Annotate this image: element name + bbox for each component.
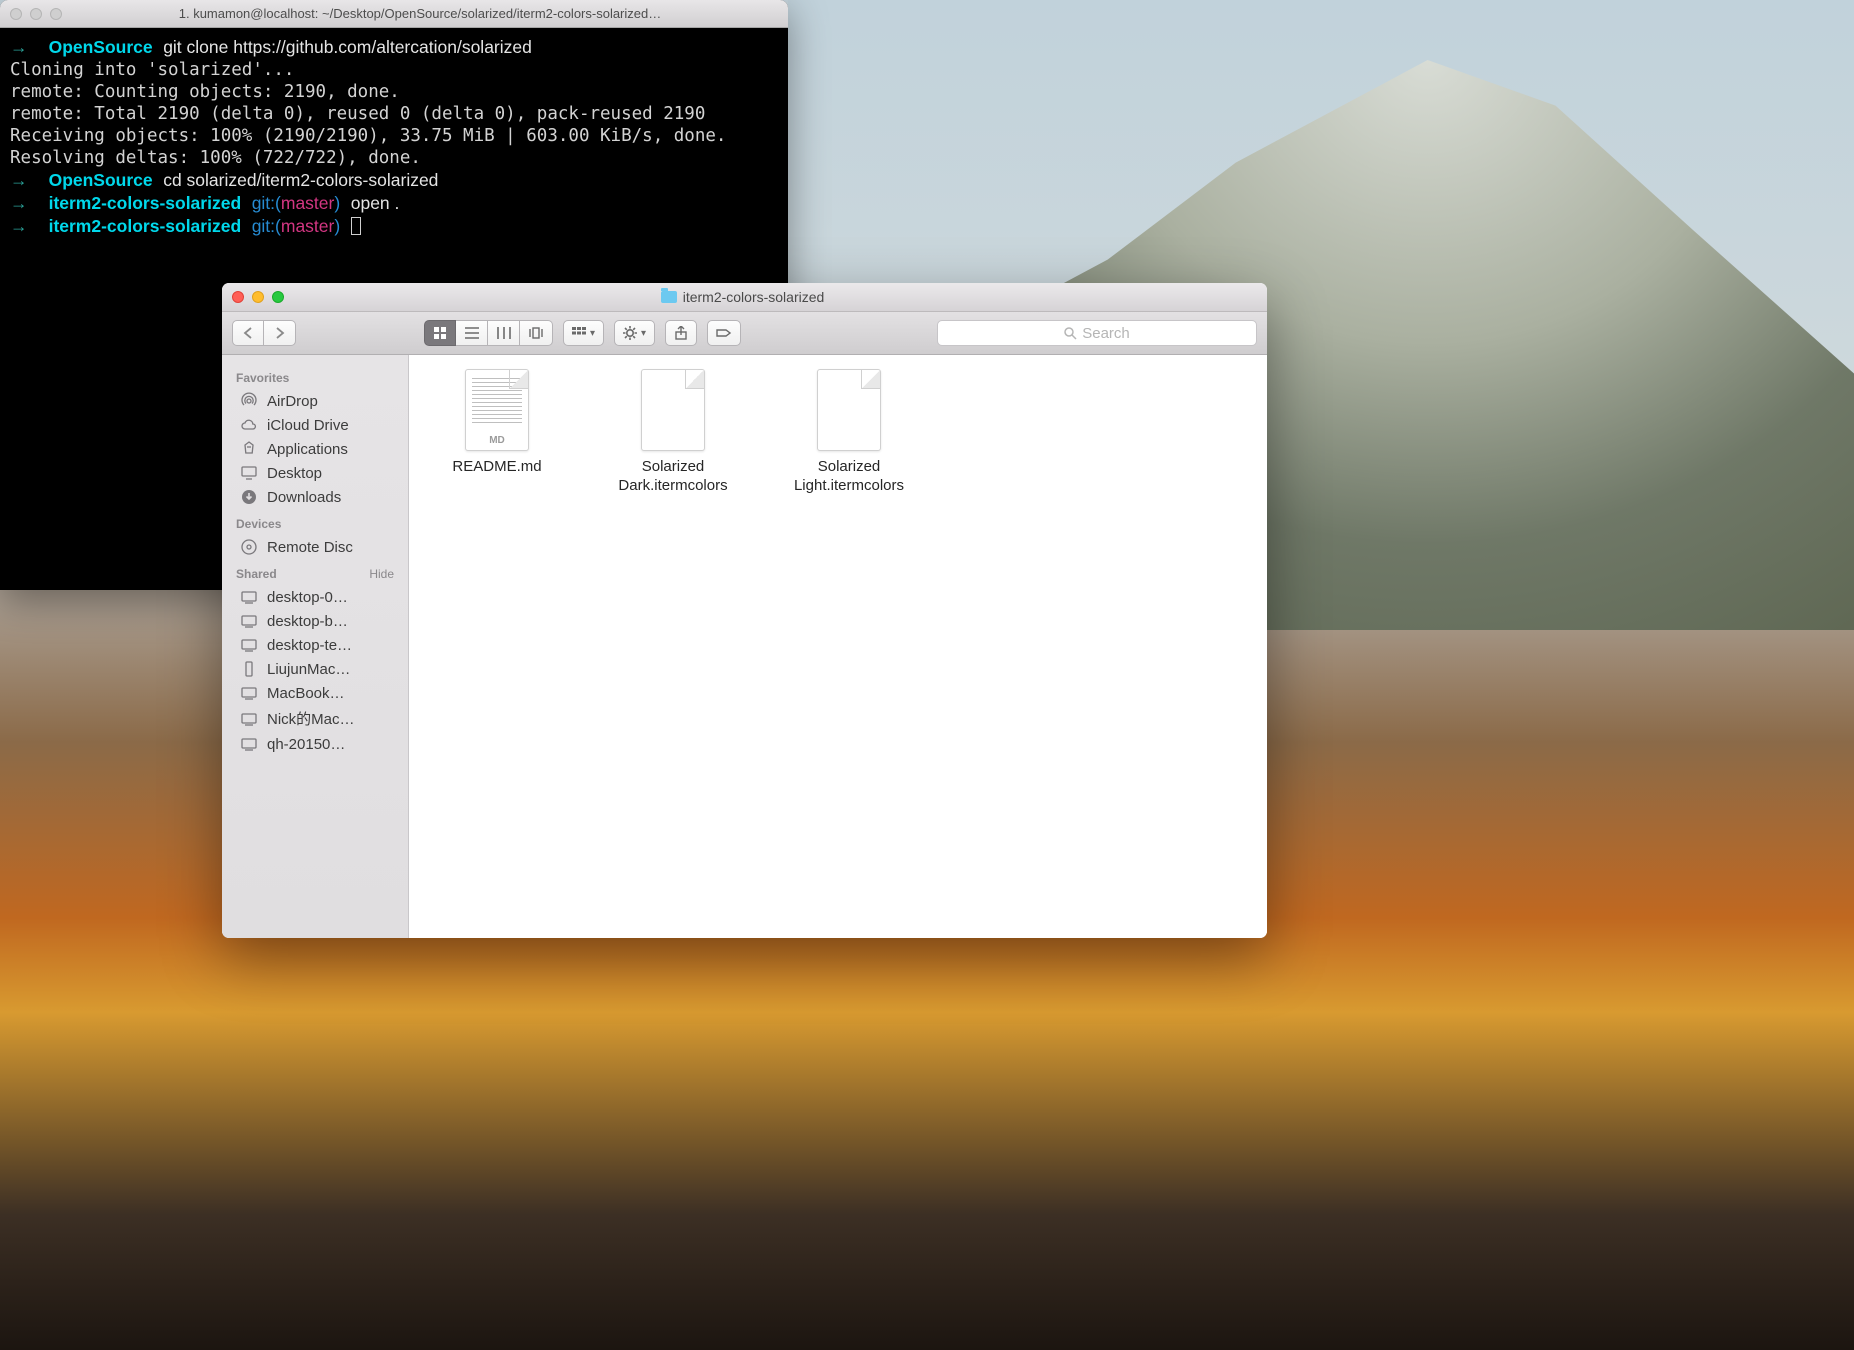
sidebar-header-shared: Shared Hide <box>222 559 408 585</box>
sidebar-item[interactable]: Nick的Mac… <box>222 705 408 732</box>
desktop-icon <box>240 464 258 482</box>
disc-icon <box>240 538 258 556</box>
terminal-content[interactable]: → OpenSource git clone https://github.co… <box>0 28 788 246</box>
file-item[interactable]: README.md <box>427 369 567 476</box>
sidebar-item[interactable]: Applications <box>222 437 408 461</box>
minimize-icon[interactable] <box>30 8 42 20</box>
forward-button[interactable] <box>264 320 296 346</box>
pc-icon <box>240 710 258 728</box>
search-icon <box>1064 327 1077 340</box>
nav-buttons <box>232 320 296 346</box>
close-icon[interactable] <box>10 8 22 20</box>
pc-icon <box>240 588 258 606</box>
list-view-button[interactable] <box>456 320 488 346</box>
finder-title: iterm2-colors-solarized <box>683 289 825 305</box>
file-grid[interactable]: README.md Solarized Dark.itermcolors Solar… <box>409 355 1267 938</box>
sidebar-item[interactable]: MacBook… <box>222 681 408 705</box>
coverflow-view-button[interactable] <box>520 320 553 346</box>
file-icon <box>641 369 705 451</box>
airdrop-icon <box>240 392 258 410</box>
tower-icon <box>240 660 258 678</box>
file-item[interactable]: Solarized Light.itermcolors <box>779 369 919 495</box>
file-icon <box>817 369 881 451</box>
sidebar-item[interactable]: LiujunMac… <box>222 657 408 681</box>
sidebar-item[interactable]: Desktop <box>222 461 408 485</box>
back-button[interactable] <box>232 320 264 346</box>
apps-icon <box>240 440 258 458</box>
pc-icon <box>240 612 258 630</box>
pc-icon <box>240 684 258 702</box>
arrange-button[interactable]: ▾ <box>563 320 604 346</box>
finder-window: iterm2-colors-solarized <box>222 283 1267 938</box>
hide-button[interactable]: Hide <box>369 567 394 581</box>
terminal-titlebar[interactable]: 1. kumamon@localhost: ~/Desktop/OpenSour… <box>0 0 788 28</box>
icon-view-button[interactable] <box>424 320 456 346</box>
file-item[interactable]: Solarized Dark.itermcolors <box>603 369 743 495</box>
sidebar-item[interactable]: Remote Disc <box>222 535 408 559</box>
zoom-icon[interactable] <box>50 8 62 20</box>
minimize-icon[interactable] <box>252 291 264 303</box>
close-icon[interactable] <box>232 291 244 303</box>
sidebar-item[interactable]: desktop-te… <box>222 633 408 657</box>
tags-button[interactable] <box>707 320 741 346</box>
folder-icon <box>661 291 677 303</box>
sidebar-item[interactable]: desktop-0… <box>222 585 408 609</box>
view-buttons <box>424 320 553 346</box>
pc-icon <box>240 735 258 753</box>
file-label: Solarized Dark.itermcolors <box>603 457 743 495</box>
finder-titlebar[interactable]: iterm2-colors-solarized <box>222 283 1267 312</box>
sidebar-item[interactable]: iCloud Drive <box>222 413 408 437</box>
search-placeholder: Search <box>1082 325 1130 342</box>
sidebar-header-devices: Devices <box>222 509 408 535</box>
column-view-button[interactable] <box>488 320 520 346</box>
file-label: Solarized Light.itermcolors <box>779 457 919 495</box>
sidebar-item[interactable]: AirDrop <box>222 389 408 413</box>
sidebar-item[interactable]: desktop-b… <box>222 609 408 633</box>
terminal-title: 1. kumamon@localhost: ~/Desktop/OpenSour… <box>62 6 778 21</box>
sidebar-header-favorites: Favorites <box>222 363 408 389</box>
sidebar-item[interactable]: qh-20150… <box>222 732 408 756</box>
cloud-icon <box>240 416 258 434</box>
pc-icon <box>240 636 258 654</box>
file-icon <box>465 369 529 451</box>
finder-sidebar: Favorites AirDropiCloud DriveApplication… <box>222 355 409 938</box>
finder-toolbar: ▾ ▾ Search <box>222 312 1267 355</box>
sidebar-item[interactable]: Downloads <box>222 485 408 509</box>
search-input[interactable]: Search <box>937 320 1257 346</box>
zoom-icon[interactable] <box>272 291 284 303</box>
downloads-icon <box>240 488 258 506</box>
share-button[interactable] <box>665 320 697 346</box>
action-button[interactable]: ▾ <box>614 320 655 346</box>
file-label: README.md <box>452 457 541 476</box>
